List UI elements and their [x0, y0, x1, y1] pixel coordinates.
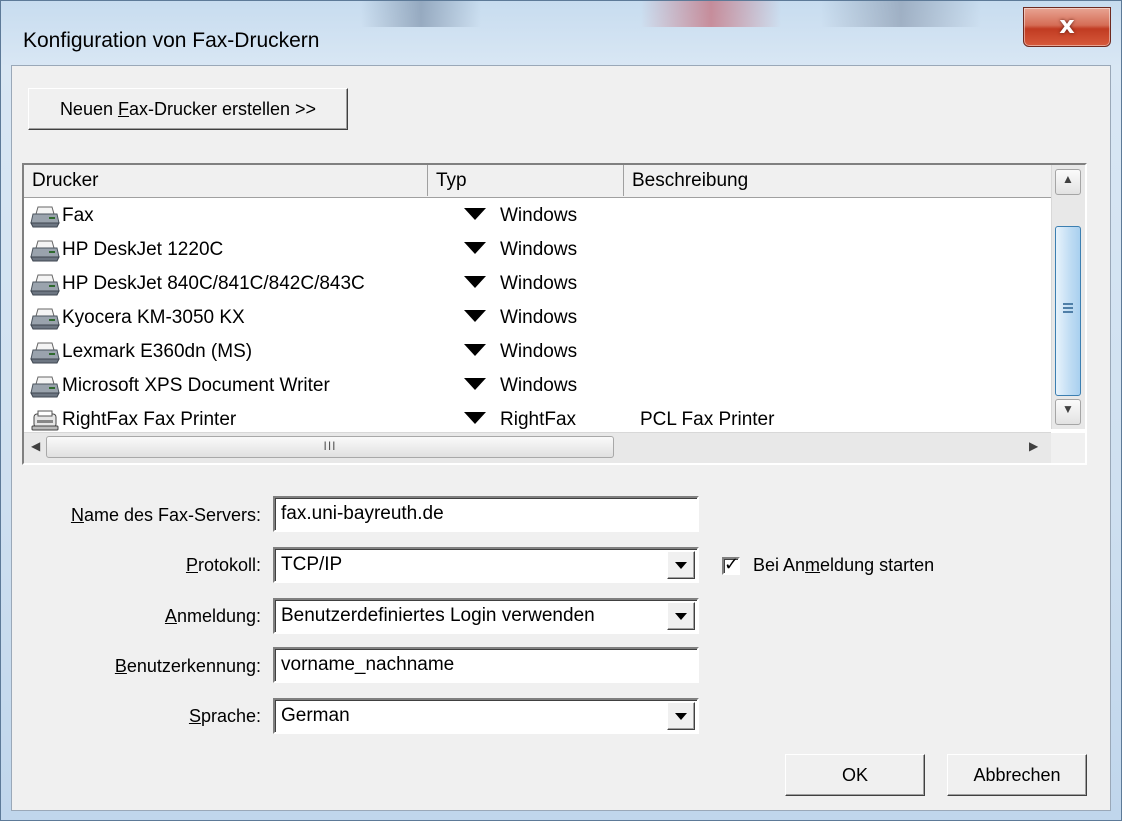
chevron-down-icon — [675, 613, 687, 620]
printer-icon — [30, 375, 60, 399]
printer-icon — [30, 273, 60, 297]
list-row[interactable]: HP DeskJet 1220C Windows — [24, 233, 1051, 267]
user-label: Benutzerkennung: — [114, 656, 261, 676]
login-dropdown-button[interactable] — [667, 602, 695, 630]
login-label: Anmeldung: — [164, 606, 261, 626]
printer-type[interactable]: RightFax — [464, 409, 576, 431]
printer-type[interactable]: Windows — [464, 205, 577, 227]
printer-type[interactable]: Windows — [464, 375, 577, 397]
aero-blur — [361, 1, 481, 27]
list-row[interactable]: Lexmark E360dn (MS) Windows — [24, 335, 1051, 369]
grip-line — [1063, 303, 1073, 305]
arrow-down-icon: ▼ — [1062, 402, 1074, 416]
cancel-button[interactable]: Abbrechen — [947, 754, 1087, 796]
protocol-select[interactable]: TCP/IP — [273, 547, 699, 583]
printer-name: HP DeskJet 840C/841C/842C/843C — [62, 273, 365, 294]
dropdown-triangle-icon[interactable] — [464, 276, 486, 289]
close-icon: x — [1059, 11, 1075, 39]
aero-blur — [821, 1, 981, 27]
printer-icon — [30, 239, 60, 263]
vertical-scroll-thumb[interactable] — [1055, 226, 1081, 396]
chevron-down-icon — [675, 713, 687, 720]
new-fax-printer-button[interactable]: Neuen Fax-Drucker erstellen >> — [28, 88, 348, 130]
dialog-window: Konfiguration von Fax-Druckern x Neuen F… — [0, 0, 1122, 821]
checkmark-icon: ✓ — [724, 554, 740, 575]
language-label: Sprache: — [188, 706, 261, 726]
grip-icon: III — [323, 439, 337, 453]
user-id-input[interactable]: vorname_nachname — [273, 647, 699, 683]
list-row[interactable]: Kyocera KM-3050 KX Windows — [24, 301, 1051, 335]
dropdown-triangle-icon[interactable] — [464, 378, 486, 391]
ok-button[interactable]: OK — [785, 754, 925, 796]
printer-type[interactable]: Windows — [464, 273, 577, 295]
printer-icon — [30, 205, 60, 229]
printer-icon — [30, 307, 60, 331]
printer-type[interactable]: Windows — [464, 341, 577, 363]
column-header-beschreibung[interactable]: Beschreibung — [624, 165, 1051, 196]
arrow-up-icon: ▲ — [1062, 172, 1074, 186]
printer-name: HP DeskJet 1220C — [62, 239, 224, 260]
dropdown-triangle-icon[interactable] — [464, 208, 486, 221]
grip-line — [1063, 311, 1073, 313]
printer-name: Fax — [62, 205, 94, 226]
startup-checkbox[interactable]: ✓ — [722, 554, 740, 575]
list-header: Drucker Typ Beschreibung — [24, 165, 1051, 198]
printer-name: Microsoft XPS Document Writer — [62, 375, 330, 396]
dropdown-triangle-icon[interactable] — [464, 310, 486, 323]
column-header-typ[interactable]: Typ — [428, 165, 624, 196]
horizontal-scroll-thumb[interactable]: III — [46, 436, 614, 458]
protocol-dropdown-button[interactable] — [667, 551, 695, 579]
grip-line — [1063, 307, 1073, 309]
list-row[interactable]: Microsoft XPS Document Writer Windows — [24, 369, 1051, 403]
printer-name: RightFax Fax Printer — [62, 409, 237, 430]
scroll-down-button[interactable]: ▼ — [1055, 399, 1081, 425]
printer-icon — [30, 341, 60, 365]
list-row[interactable]: HP DeskJet 840C/841C/842C/843C Windows — [24, 267, 1051, 301]
protocol-label: Protokoll: — [185, 555, 261, 575]
aero-blur — [641, 1, 781, 27]
printer-type[interactable]: Windows — [464, 239, 577, 261]
server-label: Name des Fax-Servers: — [70, 505, 261, 525]
printer-name: Lexmark E360dn (MS) — [62, 341, 253, 362]
window-title: Konfiguration von Fax-Druckern — [23, 29, 320, 52]
close-button[interactable]: x — [1023, 7, 1111, 47]
arrow-left-icon[interactable]: ◀ — [31, 439, 40, 453]
scroll-corner — [1051, 433, 1085, 463]
vertical-scrollbar[interactable]: ▲ ▼ — [1051, 165, 1085, 429]
title-bar[interactable]: Konfiguration von Fax-Druckern x — [1, 1, 1122, 63]
arrow-right-icon[interactable]: ▶ — [1029, 439, 1038, 453]
login-select[interactable]: Benutzerdefiniertes Login verwenden — [273, 598, 699, 634]
dropdown-triangle-icon[interactable] — [464, 344, 486, 357]
language-dropdown-button[interactable] — [667, 702, 695, 730]
horizontal-scrollbar[interactable]: ◀ III ▶ — [24, 432, 1051, 463]
dropdown-triangle-icon[interactable] — [464, 412, 486, 425]
startup-label[interactable]: Bei Anmeldung starten — [753, 555, 934, 576]
new-fax-printer-label: Neuen Fax-Drucker erstellen >> — [59, 98, 317, 119]
fax-server-input[interactable]: fax.uni-bayreuth.de — [273, 496, 699, 532]
dropdown-triangle-icon[interactable] — [464, 242, 486, 255]
chevron-down-icon — [675, 562, 687, 569]
fax-printer-icon — [30, 409, 60, 433]
printer-list[interactable]: Drucker Typ Beschreibung Fax Windows HP De… — [22, 163, 1087, 465]
scroll-up-button[interactable]: ▲ — [1055, 169, 1081, 195]
column-header-drucker[interactable]: Drucker — [24, 165, 428, 196]
printer-description: PCL Fax Printer — [640, 409, 775, 430]
printer-name: Kyocera KM-3050 KX — [62, 307, 245, 328]
language-select[interactable]: German — [273, 698, 699, 734]
printer-type[interactable]: Windows — [464, 307, 577, 329]
list-row[interactable]: Fax Windows — [24, 199, 1051, 233]
